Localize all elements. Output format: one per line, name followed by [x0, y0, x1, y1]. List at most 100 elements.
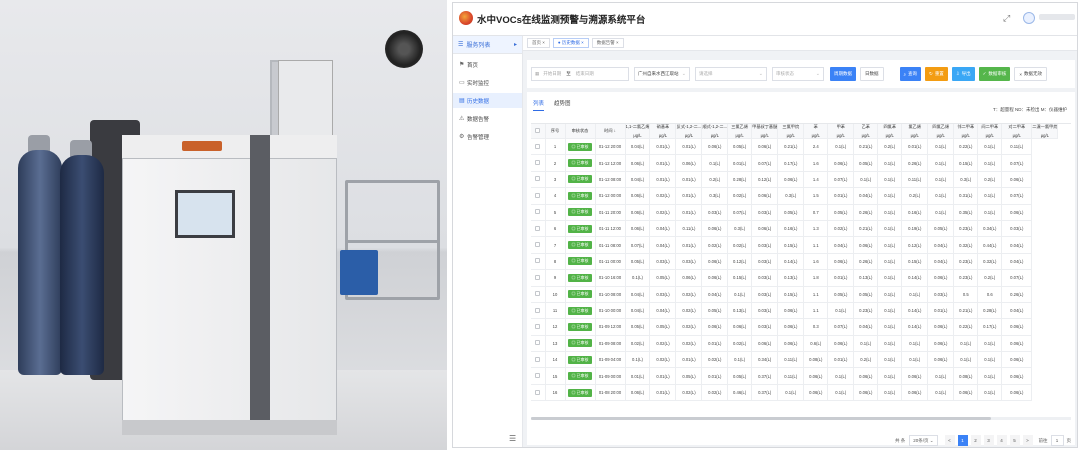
user-avatar[interactable]: [1023, 12, 1035, 24]
page-5-button[interactable]: 5: [1009, 435, 1020, 446]
row-checkbox-cell[interactable]: [531, 286, 546, 303]
row-checkbox-cell[interactable]: [531, 138, 546, 156]
goto-page-input[interactable]: 1: [1050, 435, 1064, 446]
column-header[interactable]: 序号: [545, 124, 566, 139]
daily-data-button[interactable]: 日数据: [860, 67, 884, 81]
column-header[interactable]: 乙苯 μg/L: [853, 124, 879, 139]
row-checkbox[interactable]: [535, 192, 541, 198]
tab-home[interactable]: 首页 ×: [527, 38, 550, 48]
table-row[interactable]: 2 ◎ 已审核 01-12 12:00 0.06(L) 0.01(L) 0.06(L) 0.…: [531, 154, 1058, 172]
status-badge[interactable]: ◎ 已审核: [568, 159, 592, 168]
tab-trend[interactable]: 趋势图: [554, 99, 571, 111]
column-header[interactable]: 甲基叔丁基醚 μg/L: [751, 124, 779, 139]
column-header[interactable]: 顺式-1,2-二... μg/L: [701, 124, 729, 139]
column-header[interactable]: 苯 μg/L: [803, 124, 829, 139]
sidebar-header[interactable]: ☰ 服务列表 ▸: [453, 36, 522, 54]
row-checkbox[interactable]: [535, 389, 541, 395]
column-header[interactable]: 硝基苯 μg/L: [649, 124, 677, 139]
status-badge[interactable]: ◎ 已审核: [568, 224, 592, 233]
factor-select[interactable]: 请选择 ⌄: [695, 67, 767, 81]
row-checkbox[interactable]: [535, 274, 541, 280]
table-row[interactable]: 7 ◎ 已审核 01-11 08:00 0.07(L) 0.04(L) 0.01(L) 0.…: [531, 236, 1058, 254]
table-row[interactable]: 14 ◎ 已审核 01-09 04:00 0.1(L) 0.02(L) 0.01(L) 0.…: [531, 351, 1058, 369]
page-4-button[interactable]: 4: [996, 435, 1007, 446]
fullscreen-icon[interactable]: ⤢: [1003, 13, 1010, 24]
sidebar-item-history[interactable]: ▤ 历史数据: [453, 93, 522, 108]
row-checkbox[interactable]: [535, 258, 541, 264]
export-button[interactable]: ⇩ 导出: [951, 67, 975, 81]
status-badge[interactable]: ◎ 已审核: [568, 322, 592, 331]
table-row[interactable]: 12 ◎ 已审核 01-09 12:00 0.05(L) 0.05(L) 0.02(L) 0…: [531, 318, 1058, 336]
row-checkbox[interactable]: [535, 176, 541, 182]
column-header[interactable]: 邻二甲苯 μg/L: [953, 124, 979, 139]
horizontal-scrollbar[interactable]: [531, 417, 1071, 420]
status-badge[interactable]: ◎ 已审核: [568, 191, 592, 200]
reset-button[interactable]: ↻ 重置: [925, 67, 948, 81]
table-row[interactable]: 13 ◎ 已审核 01-09 08:00 0.02(L) 0.02(L) 0.02(L) 0…: [531, 335, 1058, 353]
date-range-picker[interactable]: ▦ 开始日期 至 结束日期: [531, 67, 629, 81]
column-header[interactable]: 甲苯 μg/L: [827, 124, 855, 139]
row-checkbox[interactable]: [535, 242, 541, 248]
collapse-menu-icon[interactable]: ☰: [509, 434, 516, 443]
sidebar-item-alarm[interactable]: ⚠ 数据告警: [453, 111, 522, 126]
column-header[interactable]: 对二甲苯 μg/L: [1001, 124, 1033, 139]
table-row[interactable]: 10 ◎ 已审核 01-10 08:00 0.04(L) 0.03(L) 0.02(L) 0…: [531, 286, 1058, 303]
row-checkbox[interactable]: [535, 340, 541, 346]
page-2-button[interactable]: 2: [970, 435, 981, 446]
status-badge[interactable]: ◎ 已审核: [568, 355, 592, 364]
checkbox[interactable]: [535, 128, 541, 133]
row-checkbox[interactable]: [535, 307, 541, 313]
search-button[interactable]: ⌕ 查询: [899, 67, 922, 81]
status-badge[interactable]: ◎ 已审核: [568, 388, 592, 397]
row-checkbox-cell[interactable]: [531, 253, 546, 271]
row-checkbox[interactable]: [535, 356, 541, 362]
status-badge[interactable]: ◎ 已审核: [568, 142, 592, 151]
table-row[interactable]: 6 ◎ 已审核 01-11 12:00 0.06(L) 0.04(L) 0.11(L) 0.…: [531, 220, 1058, 238]
status-badge[interactable]: ◎ 已审核: [568, 372, 592, 381]
table-row[interactable]: 1 ◎ 已审核 01-12 20:00 0.04(L) 0.01(L) 0.01(L) 0.…: [531, 138, 1058, 156]
invalid-data-button[interactable]: × 数据无效: [1014, 67, 1048, 81]
status-badge[interactable]: ◎ 已审核: [568, 241, 592, 250]
period-data-button[interactable]: 周期数据: [830, 67, 856, 81]
row-checkbox-cell[interactable]: [531, 351, 546, 369]
row-checkbox[interactable]: [535, 225, 541, 231]
row-checkbox[interactable]: [535, 291, 541, 297]
page-size-select[interactable]: 20条/页 ⌄: [909, 435, 938, 446]
page-1-button[interactable]: 1: [957, 435, 968, 446]
row-checkbox-cell[interactable]: [531, 204, 546, 221]
station-select[interactable]: 广州自来水西江取站 ⌄: [634, 67, 690, 81]
row-checkbox-cell[interactable]: [531, 236, 546, 254]
table-row[interactable]: 16 ◎ 已审核 01-08 20:00 0.06(L) 0.01(L) 0.02(L) 0…: [531, 384, 1058, 402]
table-row[interactable]: 4 ◎ 已审核 01-12 00:00 0.06(L) 0.02(L) 0.01(L) 0.…: [531, 187, 1058, 205]
row-checkbox-cell[interactable]: [531, 318, 546, 336]
status-badge[interactable]: ◎ 已审核: [568, 273, 592, 282]
row-checkbox-cell[interactable]: [531, 384, 546, 402]
sidebar-item-realtime[interactable]: ▭ 实时监控: [453, 75, 522, 90]
row-checkbox[interactable]: [535, 209, 541, 215]
status-badge[interactable]: ◎ 已审核: [568, 339, 592, 348]
column-header[interactable]: 反式-1,2-二... μg/L: [675, 124, 703, 139]
column-header[interactable]: 1,1-二氯乙烯 μg/L: [625, 124, 651, 139]
audit-button[interactable]: ✓ 数据审核: [978, 67, 1011, 81]
scrollbar-thumb[interactable]: [531, 417, 991, 420]
next-page-button[interactable]: >: [1022, 435, 1033, 446]
row-checkbox-cell[interactable]: [531, 269, 546, 287]
row-checkbox[interactable]: [535, 143, 541, 149]
user-name[interactable]: 用户: [1039, 14, 1075, 20]
row-checkbox-cell[interactable]: [531, 171, 546, 189]
row-checkbox-cell[interactable]: [531, 367, 546, 385]
row-checkbox-cell[interactable]: [531, 220, 546, 238]
row-checkbox[interactable]: [535, 323, 541, 329]
row-checkbox-cell[interactable]: [531, 335, 546, 353]
column-header[interactable]: 时间 ↓: [595, 124, 626, 139]
sidebar-item-home[interactable]: ⚑ 首页: [453, 57, 522, 72]
status-badge[interactable]: ◎ 已审核: [568, 175, 592, 184]
table-row[interactable]: 9 ◎ 已审核 01-10 16:00 0.1(L) 0.05(L) 0.06(L) 0.0…: [531, 269, 1058, 287]
column-header[interactable]: 二溴一氯甲烷 μg/L: [1031, 124, 1059, 139]
prev-page-button[interactable]: <: [944, 435, 955, 446]
status-badge[interactable]: ◎ 已审核: [568, 290, 592, 299]
row-checkbox[interactable]: [535, 160, 541, 166]
audit-status-select[interactable]: 审核状态 ⌄: [772, 67, 824, 81]
table-row[interactable]: 11 ◎ 已审核 01-10 00:00 0.04(L) 0.04(L) 0.02(L) 0…: [531, 302, 1058, 320]
column-header[interactable]: 三氯甲烷 μg/L: [777, 124, 805, 139]
